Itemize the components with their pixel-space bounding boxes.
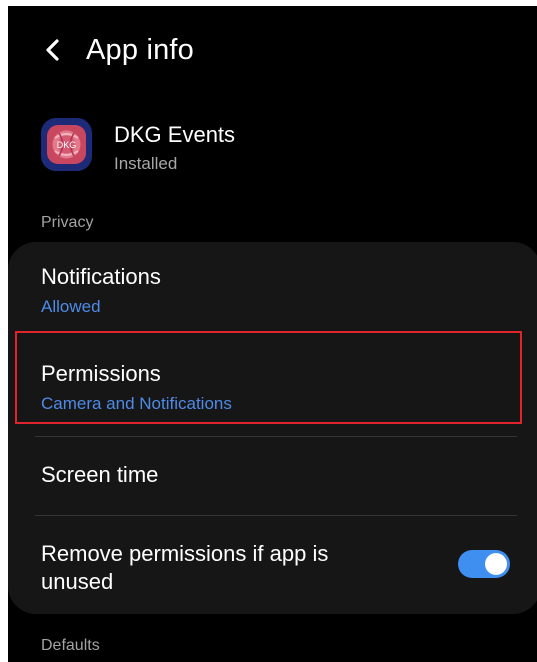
back-button[interactable] bbox=[36, 32, 72, 68]
app-name: DKG Events bbox=[114, 122, 236, 147]
header: App info bbox=[8, 6, 537, 96]
app-info-screen: App info DKG DKG Events Installed Privac… bbox=[8, 6, 537, 662]
app-summary: DKG DKG Events Installed bbox=[8, 111, 537, 181]
app-icon: DKG bbox=[41, 118, 92, 171]
notifications-title: Notifications bbox=[41, 264, 161, 289]
privacy-settings-card: Notifications Allowed Permissions Camera… bbox=[8, 242, 537, 614]
notifications-item[interactable]: Notifications Allowed bbox=[8, 242, 537, 339]
app-status: Installed bbox=[114, 154, 178, 173]
section-label-privacy: Privacy bbox=[41, 214, 94, 231]
permissions-item[interactable]: Permissions Camera and Notifications bbox=[8, 339, 537, 436]
page-title: App info bbox=[86, 34, 195, 66]
toggle-knob bbox=[485, 553, 507, 575]
remove-permissions-title-line1: Remove permissions if app is bbox=[41, 541, 329, 566]
remove-permissions-toggle[interactable] bbox=[458, 550, 510, 578]
notifications-value: Allowed bbox=[41, 297, 101, 316]
permissions-title: Permissions bbox=[41, 361, 161, 386]
app-icon-label: DKG bbox=[57, 140, 77, 150]
section-label-defaults: Defaults bbox=[41, 637, 100, 654]
chevron-left-icon bbox=[46, 39, 59, 61]
screen-time-item[interactable]: Screen time bbox=[8, 437, 537, 515]
screen-time-title: Screen time bbox=[41, 462, 159, 487]
remove-permissions-title-line2: unused bbox=[41, 569, 114, 594]
permissions-value: Camera and Notifications bbox=[41, 394, 232, 413]
